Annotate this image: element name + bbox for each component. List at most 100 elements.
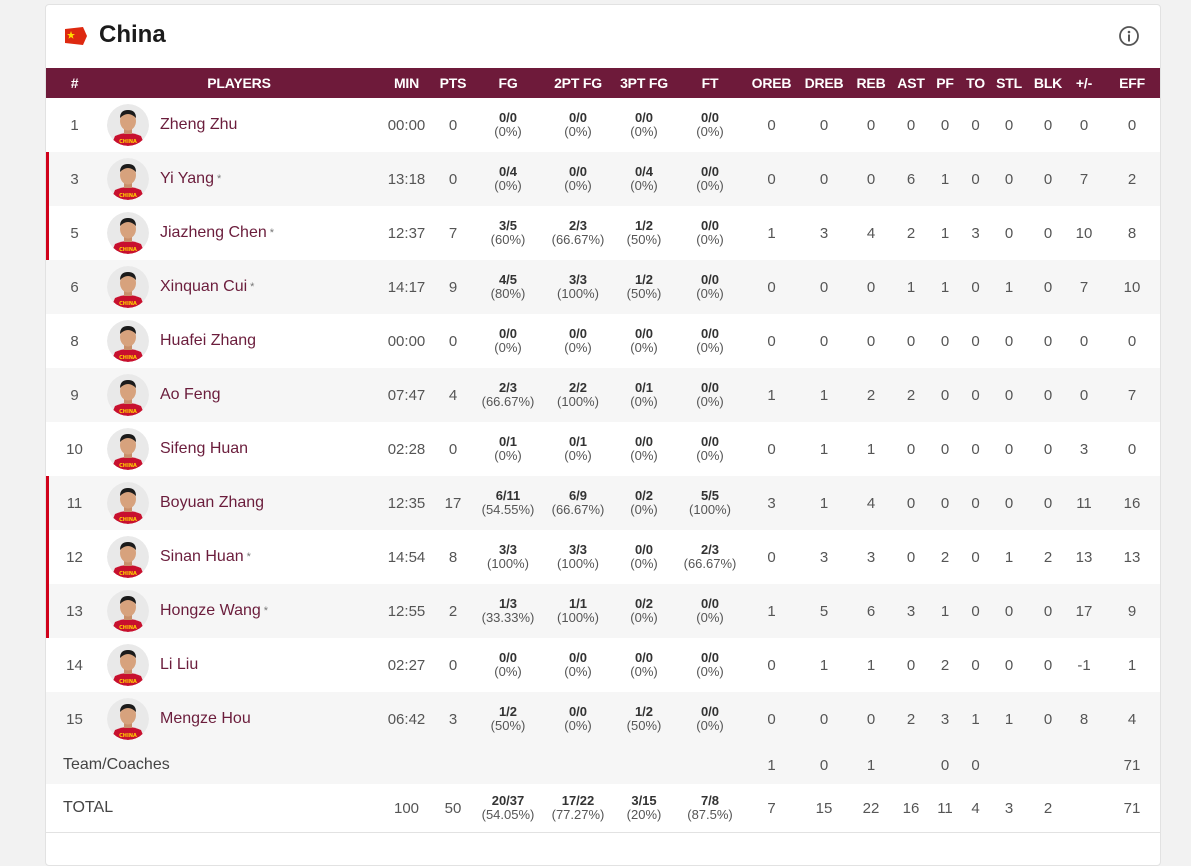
player-name-link[interactable]: Yi Yang bbox=[160, 170, 214, 188]
stat-pm: 7 bbox=[1064, 152, 1104, 206]
stat-to: 0 bbox=[965, 260, 986, 314]
three-point-fg: 0/2 (0%) bbox=[608, 584, 680, 638]
player-name-link[interactable]: Jiazheng Chen bbox=[160, 224, 267, 242]
two-point-fg: 0/0 (0%) bbox=[548, 638, 608, 692]
column-header-eff: EFF bbox=[1104, 68, 1160, 98]
player-row: 14 CHINA Li Liu 02:27 0 0/0 (0%) 0/0 (0%) 0/0 (0… bbox=[46, 638, 1160, 692]
stat-stl: 0 bbox=[986, 422, 1032, 476]
player-cell: CHINA Li Liu bbox=[103, 638, 375, 692]
player-name-link[interactable]: Huafei Zhang bbox=[160, 332, 256, 350]
jersey-number: 14 bbox=[46, 638, 103, 692]
three-point-fg-made: 0/1 bbox=[634, 380, 654, 395]
three-point-fg: 0/0 (0%) bbox=[608, 530, 680, 584]
points: 8 bbox=[438, 530, 468, 584]
free-throws-made: 0/0 bbox=[700, 164, 720, 179]
player-row: 9 CHINA Ao Feng 07:47 4 2/3 (66.67%) 2/2 (100%… bbox=[46, 368, 1160, 422]
player-name-link[interactable]: Mengze Hou bbox=[160, 710, 251, 728]
total-stat-reb: 22 bbox=[845, 784, 897, 833]
team-stat-blk bbox=[1032, 746, 1064, 784]
three-point-fg-pct: (0%) bbox=[630, 502, 658, 517]
stat-pm: 7 bbox=[1064, 260, 1104, 314]
column-header-pts: PTS bbox=[438, 68, 468, 98]
stat-blk: 0 bbox=[1032, 152, 1064, 206]
field-goals-made: 6/11 bbox=[495, 488, 521, 503]
points: 0 bbox=[438, 152, 468, 206]
player-name-link[interactable]: Zheng Zhu bbox=[160, 116, 237, 134]
field-goals-pct: (60%) bbox=[490, 232, 526, 247]
stat-stl: 1 bbox=[986, 530, 1032, 584]
stat-eff: 7 bbox=[1104, 368, 1160, 422]
player-cell: CHINA Sinan Huan * bbox=[103, 530, 375, 584]
free-throws-made: 0/0 bbox=[700, 326, 720, 341]
two-point-fg-made: 0/0 bbox=[568, 164, 588, 179]
stat-to: 0 bbox=[965, 476, 986, 530]
stat-to: 0 bbox=[965, 638, 986, 692]
two-point-fg-made: 0/0 bbox=[568, 110, 588, 125]
info-icon[interactable] bbox=[1118, 25, 1140, 47]
starter-marker: * bbox=[250, 281, 255, 293]
stat-eff: 0 bbox=[1104, 314, 1160, 368]
total-three-point-fg-made: 3/15 bbox=[631, 793, 657, 808]
two-point-fg-pct: (0%) bbox=[564, 448, 592, 463]
team-stat-ast bbox=[897, 746, 925, 784]
stat-oreb: 0 bbox=[740, 692, 803, 746]
player-name-link[interactable]: Li Liu bbox=[160, 656, 198, 674]
player-name-link[interactable]: Boyuan Zhang bbox=[160, 494, 264, 512]
two-point-fg: 0/0 (0%) bbox=[548, 692, 608, 746]
total-row: TOTAL 100 50 20/37 (54.05%) 17/22 (77.27%) 3/15… bbox=[46, 784, 1160, 833]
two-point-fg-made: 3/3 bbox=[568, 272, 588, 287]
two-point-fg-pct: (66.67%) bbox=[551, 502, 605, 517]
starter-marker: * bbox=[269, 227, 275, 239]
two-point-fg: 0/1 (0%) bbox=[548, 422, 608, 476]
player-cell: CHINA Jiazheng Chen * bbox=[103, 206, 375, 260]
stat-to: 0 bbox=[965, 584, 986, 638]
stat-pm: -1 bbox=[1064, 638, 1104, 692]
player-name-link[interactable]: Sifeng Huan bbox=[160, 440, 248, 458]
player-cell: CHINA Ao Feng bbox=[103, 368, 375, 422]
column-header-stl: STL bbox=[986, 68, 1032, 98]
stat-eff: 0 bbox=[1104, 98, 1160, 152]
two-point-fg: 0/0 (0%) bbox=[548, 314, 608, 368]
field-goals-pct: (0%) bbox=[494, 448, 522, 463]
minutes: 02:27 bbox=[375, 638, 438, 692]
stat-ast: 0 bbox=[897, 314, 925, 368]
two-point-fg-pct: (0%) bbox=[564, 718, 592, 733]
free-throws: 0/0 (0%) bbox=[680, 584, 740, 638]
stat-stl: 0 bbox=[986, 206, 1032, 260]
three-point-fg-pct: (0%) bbox=[630, 556, 658, 571]
jersey-number: 9 bbox=[46, 368, 103, 422]
player-name-link[interactable]: Hongze Wang bbox=[160, 602, 261, 620]
team-name: China bbox=[99, 21, 166, 48]
player-row: 3 CHINA Yi Yang * 13:18 0 0/4 (0%) 0/0 (0%) 0/4(… bbox=[46, 152, 1160, 206]
player-row: 6 CHINA Xinquan Cui * 14:17 9 4/5 (80%) 3/3 (10… bbox=[46, 260, 1160, 314]
two-point-fg: 3/3 (100%) bbox=[548, 260, 608, 314]
minutes: 14:54 bbox=[375, 530, 438, 584]
column-header-num: # bbox=[46, 68, 103, 98]
free-throws: 0/0 (0%) bbox=[680, 368, 740, 422]
stat-oreb: 0 bbox=[740, 530, 803, 584]
stat-pf: 3 bbox=[925, 692, 965, 746]
three-point-fg-pct: (0%) bbox=[630, 394, 658, 409]
stat-eff: 1 bbox=[1104, 638, 1160, 692]
field-goals: 1/2 (50%) bbox=[468, 692, 548, 746]
three-point-fg: 0/0 (0%) bbox=[608, 98, 680, 152]
stat-pm: 0 bbox=[1064, 368, 1104, 422]
stat-ast: 2 bbox=[897, 368, 925, 422]
stat-reb: 0 bbox=[845, 692, 897, 746]
two-point-fg: 3/3 (100%) bbox=[548, 530, 608, 584]
stat-stl: 0 bbox=[986, 98, 1032, 152]
stat-eff: 16 bbox=[1104, 476, 1160, 530]
field-goals-pct: (50%) bbox=[490, 718, 526, 733]
stat-blk: 0 bbox=[1032, 584, 1064, 638]
three-point-fg-made: 0/0 bbox=[634, 542, 654, 557]
team-coaches-label: Team/Coaches bbox=[46, 746, 740, 784]
field-goals-pct: (0%) bbox=[494, 178, 522, 193]
player-name-link[interactable]: Sinan Huan bbox=[160, 548, 244, 566]
field-goals-made: 1/2 bbox=[498, 704, 518, 719]
free-throws: 0/0 (0%) bbox=[680, 692, 740, 746]
free-throws-pct: (0%) bbox=[696, 448, 724, 463]
player-name-link[interactable]: Xinquan Cui bbox=[160, 278, 247, 296]
table-header: # PLAYERS MIN PTS FG 2PT FG 3PT FG FT OREB DREB RE… bbox=[46, 68, 1160, 98]
player-name-link[interactable]: Ao Feng bbox=[160, 386, 220, 404]
field-goals: 4/5 (80%) bbox=[468, 260, 548, 314]
